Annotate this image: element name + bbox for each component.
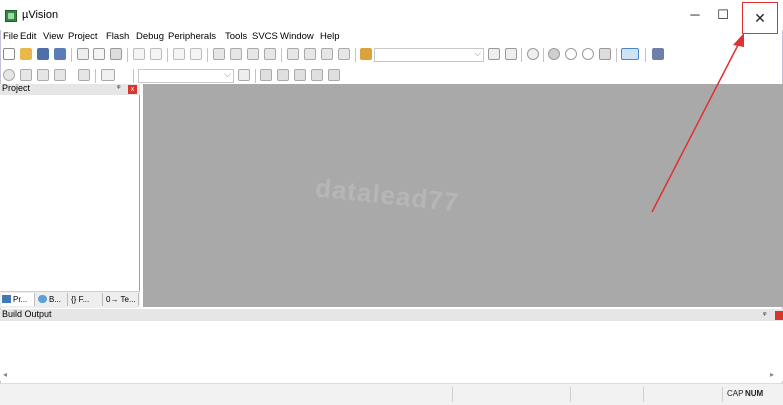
- annotation-arrow-line: [651, 44, 739, 213]
- annotation-arrow-head: [733, 33, 744, 47]
- annotation-arrow: [651, 33, 744, 213]
